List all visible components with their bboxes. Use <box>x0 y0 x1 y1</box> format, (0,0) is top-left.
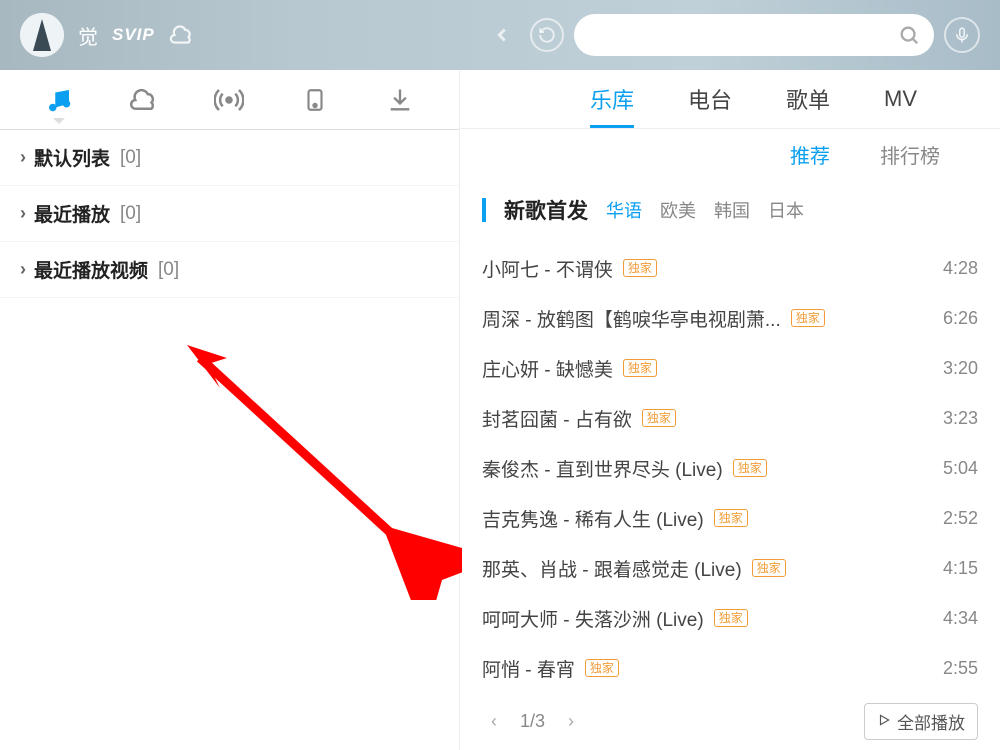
subtab-ranking[interactable]: 排行榜 <box>880 140 940 169</box>
song-list: 小阿七 - 不谓侠独家4:28周深 - 放鹤图【鹤唳华亭电视剧萧...独家6:2… <box>482 243 978 693</box>
song-title: 周深 - 放鹤图【鹤唳华亭电视剧萧... <box>482 305 781 332</box>
playlist-title: 最近播放 <box>34 200 110 227</box>
exclusive-badge: 独家 <box>642 409 676 427</box>
sub-tab-bar: 推荐 排行榜 <box>460 129 1000 179</box>
song-duration: 6:26 <box>943 308 978 329</box>
song-duration: 2:55 <box>943 658 978 679</box>
song-title: 吉克隽逸 - 稀有人生 (Live) <box>482 505 704 532</box>
refresh-button[interactable] <box>530 18 564 52</box>
playlist-recent-video[interactable]: › 最近播放视频 [0] <box>0 242 459 298</box>
song-row[interactable]: 封茗囧菌 - 占有欲独家 3:23 <box>482 393 978 443</box>
section-header: 新歌首发 华语 欧美 韩国 日本 <box>482 195 978 225</box>
sidebar-tab-music[interactable] <box>39 80 79 120</box>
voice-search-button[interactable] <box>944 17 980 53</box>
sidebar-tab-bar <box>0 70 459 130</box>
tab-library[interactable]: 乐库 <box>590 70 634 128</box>
lang-tab-western[interactable]: 欧美 <box>660 197 696 223</box>
avatar[interactable] <box>20 13 64 57</box>
sidebar: › 默认列表 [0] › 最近播放 [0] › 最近播放视频 [0] <box>0 70 460 750</box>
sidebar-tab-device[interactable] <box>295 80 335 120</box>
exclusive-badge: 独家 <box>733 459 767 477</box>
lang-tab-chinese[interactable]: 华语 <box>606 197 642 223</box>
play-icon <box>877 712 891 732</box>
song-duration: 5:04 <box>943 458 978 479</box>
playlist-title: 最近播放视频 <box>34 256 148 283</box>
chevron-right-icon: › <box>20 147 26 168</box>
sidebar-tab-radio[interactable] <box>209 80 249 120</box>
playlist-default[interactable]: › 默认列表 [0] <box>0 130 459 186</box>
svip-badge: SVIP <box>112 25 155 45</box>
play-all-button[interactable]: 全部播放 <box>864 703 978 740</box>
playlist-count: [0] <box>120 147 141 169</box>
play-all-label: 全部播放 <box>897 709 965 734</box>
song-row[interactable]: 吉克隽逸 - 稀有人生 (Live) 独家 2:52 <box>482 493 978 543</box>
song-title: 阿悄 - 春宵 <box>482 655 575 682</box>
song-title: 封茗囧菌 - 占有欲 <box>482 405 632 432</box>
nav-back-button[interactable] <box>484 17 520 53</box>
song-title: 秦俊杰 - 直到世界尽头 (Live) <box>482 455 723 482</box>
pager: ‹ 1/3 › 全部播放 <box>482 693 978 750</box>
song-row[interactable]: 呵呵大师 - 失落沙洲 (Live) 独家 4:34 <box>482 593 978 643</box>
song-duration: 3:20 <box>943 358 978 379</box>
topbar: 觉 SVIP <box>0 0 1000 70</box>
song-duration: 4:28 <box>943 258 978 279</box>
song-row[interactable]: 阿悄 - 春宵独家 2:55 <box>482 643 978 693</box>
song-row[interactable]: 小阿七 - 不谓侠独家 4:28 <box>482 243 978 293</box>
pager-prev-button[interactable]: ‹ <box>482 710 506 734</box>
cloud-sync-icon[interactable] <box>169 22 195 48</box>
main-panel: 乐库 电台 歌单 MV 推荐 排行榜 新歌首发 华语 欧美 韩国 日本 小阿七 … <box>460 70 1000 750</box>
tab-mv[interactable]: MV <box>884 70 917 128</box>
song-row[interactable]: 庄心妍 - 缺憾美独家 3:20 <box>482 343 978 393</box>
new-songs-section: 新歌首发 华语 欧美 韩国 日本 小阿七 - 不谓侠独家4:28周深 - 放鹤图… <box>460 179 1000 750</box>
exclusive-badge: 独家 <box>752 559 786 577</box>
playlist-group: › 默认列表 [0] › 最近播放 [0] › 最近播放视频 [0] <box>0 130 459 298</box>
search-input[interactable] <box>588 26 890 44</box>
song-duration: 3:23 <box>943 408 978 429</box>
song-duration: 4:15 <box>943 558 978 579</box>
search-bar[interactable] <box>574 14 934 56</box>
chevron-right-icon: › <box>20 203 26 224</box>
song-row[interactable]: 周深 - 放鹤图【鹤唳华亭电视剧萧... 独家 6:26 <box>482 293 978 343</box>
exclusive-badge: 独家 <box>623 259 657 277</box>
search-icon[interactable] <box>898 24 920 46</box>
sidebar-tab-download[interactable] <box>380 80 420 120</box>
song-title: 庄心妍 - 缺憾美 <box>482 355 613 382</box>
section-accent-bar <box>482 198 486 222</box>
subtab-recommend[interactable]: 推荐 <box>790 140 830 169</box>
tab-playlist[interactable]: 歌单 <box>786 70 830 128</box>
sidebar-tab-cloud[interactable] <box>124 80 164 120</box>
lang-tab-korean[interactable]: 韩国 <box>714 197 750 223</box>
pager-next-button[interactable]: › <box>559 710 583 734</box>
exclusive-badge: 独家 <box>585 659 619 677</box>
song-title: 小阿七 - 不谓侠 <box>482 255 613 282</box>
lang-tab-japanese[interactable]: 日本 <box>768 197 804 223</box>
song-title: 那英、肖战 - 跟着感觉走 (Live) <box>482 555 742 582</box>
playlist-recent[interactable]: › 最近播放 [0] <box>0 186 459 242</box>
exclusive-badge: 独家 <box>791 309 825 327</box>
annotation-arrow-icon <box>182 340 462 600</box>
song-row[interactable]: 秦俊杰 - 直到世界尽头 (Live) 独家 5:04 <box>482 443 978 493</box>
section-title: 新歌首发 <box>504 195 588 225</box>
pager-page-text: 1/3 <box>520 711 545 732</box>
exclusive-badge: 独家 <box>714 609 748 627</box>
chevron-right-icon: › <box>20 259 26 280</box>
exclusive-badge: 独家 <box>623 359 657 377</box>
playlist-count: [0] <box>120 203 141 225</box>
playlist-title: 默认列表 <box>34 144 110 171</box>
song-title: 呵呵大师 - 失落沙洲 (Live) <box>482 605 704 632</box>
tab-radio[interactable]: 电台 <box>688 70 732 128</box>
song-duration: 4:34 <box>943 608 978 629</box>
exclusive-badge: 独家 <box>714 509 748 527</box>
song-duration: 2:52 <box>943 508 978 529</box>
song-row[interactable]: 那英、肖战 - 跟着感觉走 (Live) 独家 4:15 <box>482 543 978 593</box>
playlist-count: [0] <box>158 259 179 281</box>
main-tab-bar: 乐库 电台 歌单 MV <box>460 70 1000 129</box>
username[interactable]: 觉 <box>78 21 98 50</box>
